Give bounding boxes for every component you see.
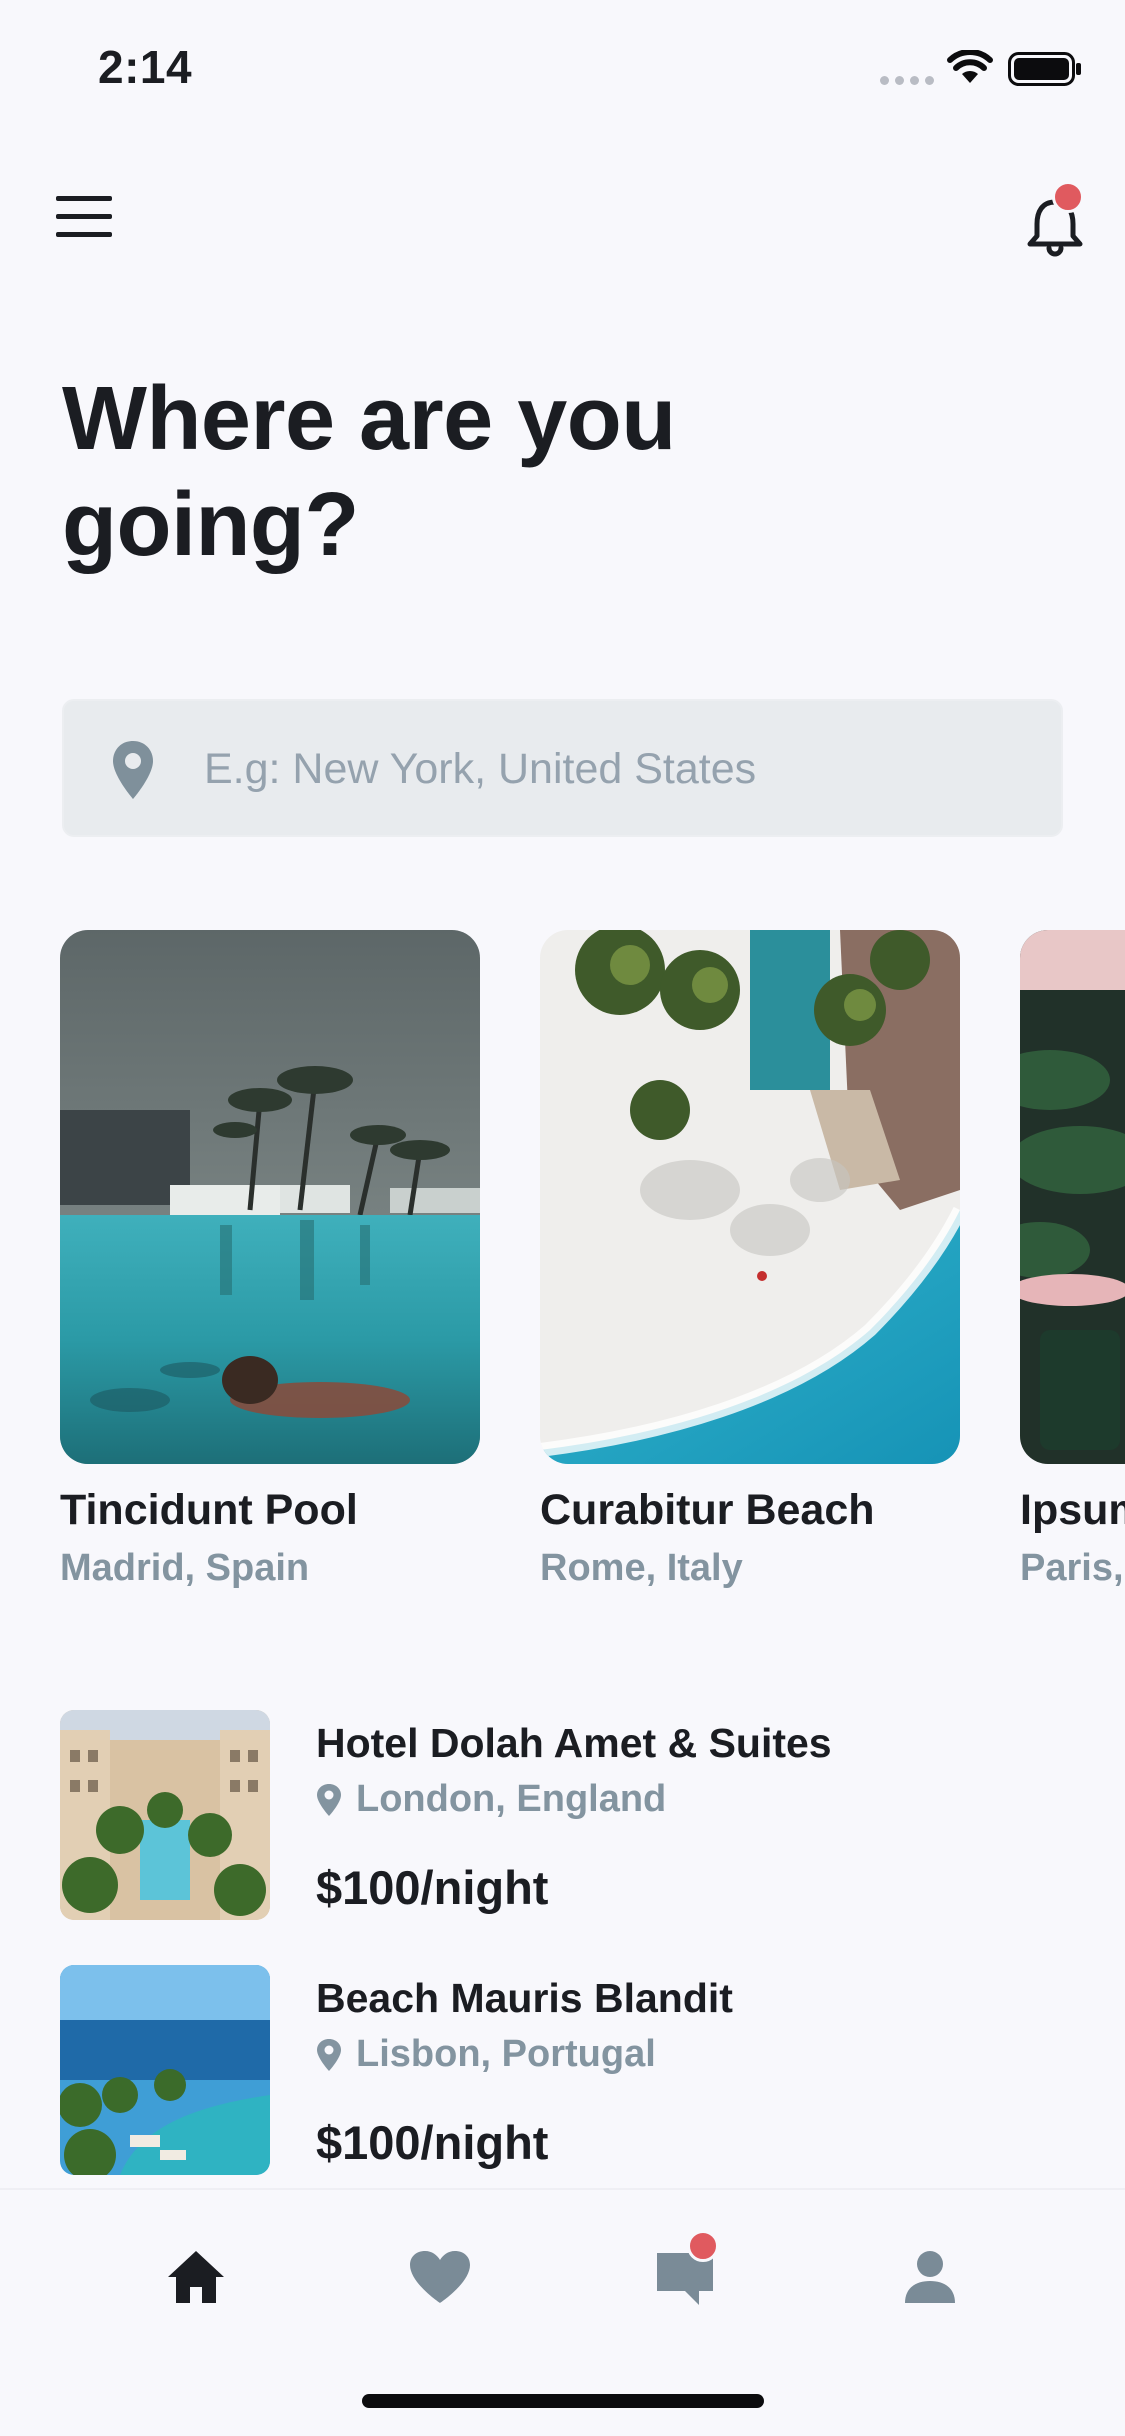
hotel-location: London, England (316, 1778, 666, 1821)
card-image-lounge (1020, 930, 1125, 1464)
map-pin-icon (317, 2038, 341, 2071)
card-image-pool (60, 930, 480, 1464)
search-input[interactable] (204, 729, 1024, 809)
hotel-thumbnail (60, 1965, 270, 2175)
card-location: Rome, Italy (540, 1547, 743, 1589)
card-location: Paris, (1020, 1547, 1124, 1589)
hotel-location-text: Lisbon, Portugal (356, 2033, 656, 2075)
map-pin-icon (113, 741, 153, 799)
home-indicator[interactable] (362, 2394, 764, 2408)
hotel-list-item[interactable]: Beach Mauris Blandit Lisbon, Portugal $1… (60, 1965, 1070, 2177)
card-title: Tincidunt Pool (60, 1486, 358, 1534)
hotel-list-item[interactable]: Hotel Dolah Amet & Suites London, Englan… (60, 1710, 1070, 1922)
search-bar[interactable] (62, 699, 1063, 837)
card-image-beach (540, 930, 960, 1464)
nav-home-button[interactable] (146, 2232, 246, 2322)
menu-button[interactable] (56, 196, 114, 238)
home-icon (168, 2251, 224, 2303)
nav-messages-button[interactable] (635, 2232, 735, 2322)
user-icon (905, 2251, 955, 2303)
hotel-name: Beach Mauris Blandit (316, 1975, 733, 2021)
heart-icon (410, 2251, 470, 2303)
status-time: 2:14 (98, 41, 193, 93)
page-title: Where are you going? (62, 369, 676, 575)
map-pin-icon (317, 1783, 341, 1816)
app-screen: 2:14 Where are you going? E.g: New York,… (0, 0, 1125, 2436)
nav-favorites-button[interactable] (390, 2232, 490, 2322)
nav-profile-button[interactable] (880, 2232, 980, 2322)
hotel-price: $100/night (316, 1861, 549, 1914)
card-title: Curabitur Beach (540, 1486, 875, 1534)
cellular-signal-icon (880, 76, 934, 85)
hotel-location: Lisbon, Portugal (316, 2033, 656, 2076)
featured-card[interactable]: Tincidunt Pool Madrid, Spain (60, 930, 480, 1590)
featured-card[interactable]: Curabitur Beach Rome, Italy (540, 930, 960, 1590)
hotel-thumbnail (60, 1710, 270, 1920)
wifi-icon (947, 50, 993, 83)
hotel-location-text: London, England (356, 1778, 667, 1820)
messages-badge (687, 2230, 719, 2262)
battery-icon (1008, 52, 1081, 86)
hotel-name: Hotel Dolah Amet & Suites (316, 1720, 832, 1766)
card-title: Ipsum (1020, 1486, 1125, 1534)
notification-badge (1052, 181, 1084, 213)
card-location: Madrid, Spain (60, 1547, 310, 1589)
hotel-price: $100/night (316, 2116, 549, 2169)
featured-carousel[interactable]: Tincidunt Pool Madrid, Spain Curabitur B… (0, 930, 1125, 1600)
featured-card[interactable]: Ipsum Paris, (1020, 930, 1125, 1590)
status-bar: 2:14 (0, 0, 1125, 135)
